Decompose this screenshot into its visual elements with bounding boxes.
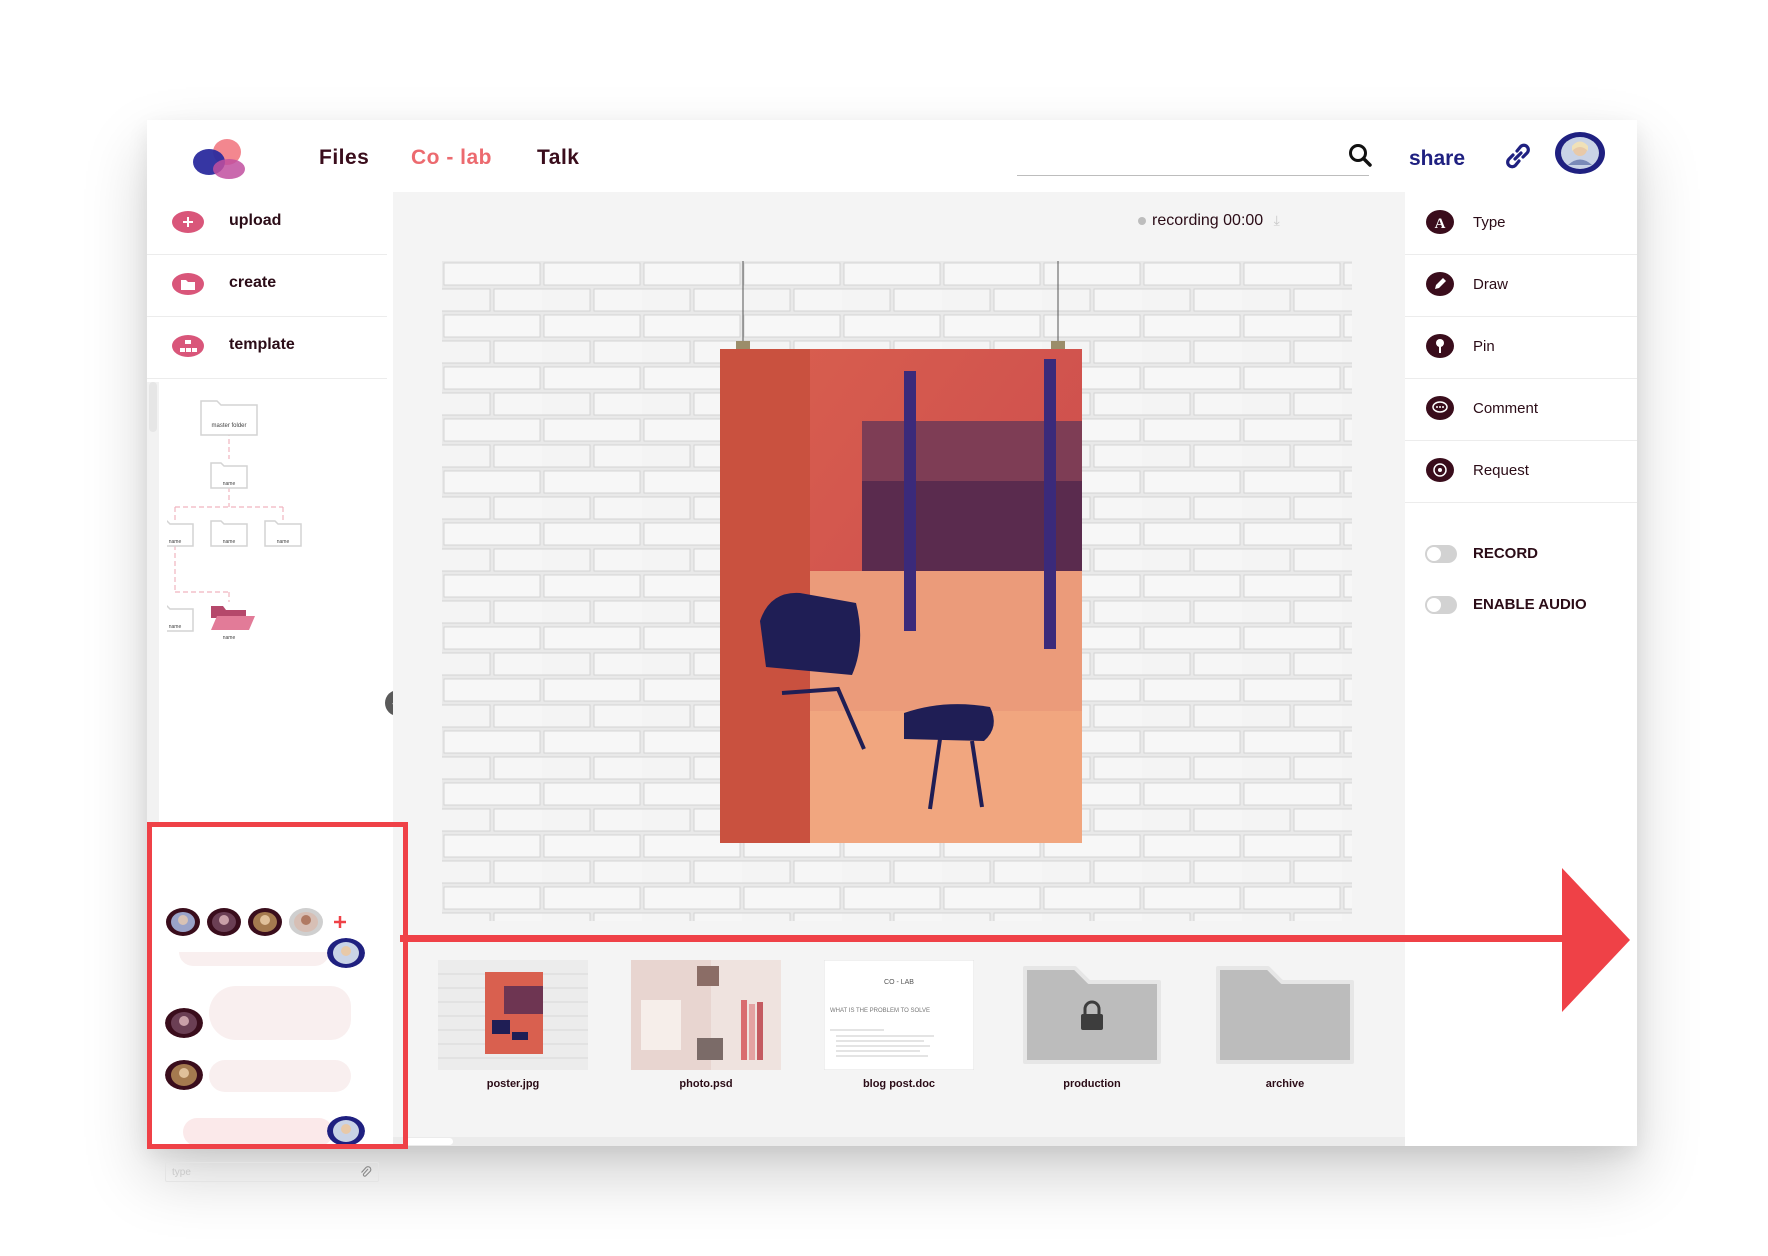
svg-text:name: name	[169, 539, 182, 545]
top-bar: Files Co - lab Talk share	[147, 120, 1637, 192]
share-button[interactable]: share	[1409, 147, 1465, 171]
chat-type-placeholder: type	[172, 1167, 191, 1178]
tree-folder[interactable]: name	[264, 520, 302, 547]
pin-icon	[1426, 334, 1454, 358]
user-avatar[interactable]	[1555, 132, 1605, 174]
tree-folder[interactable]: name	[167, 605, 194, 632]
highlight-box	[147, 822, 408, 1149]
svg-text:name: name	[277, 539, 290, 545]
paperclip-icon[interactable]	[360, 1166, 372, 1180]
recording-status: recording 00:00 ⤓	[1138, 212, 1280, 230]
pencil-icon	[1426, 272, 1454, 296]
template-label: template	[229, 336, 295, 353]
tree-folder[interactable]: name	[210, 462, 248, 489]
svg-text:name: name	[169, 624, 182, 630]
tree-folder[interactable]: name	[210, 520, 248, 547]
request-icon	[1426, 458, 1454, 482]
record-toggle-label: RECORD	[1473, 545, 1539, 562]
svg-text:master folder: master folder	[211, 423, 246, 429]
tool-type[interactable]: A Type	[1405, 192, 1637, 255]
plus-circle-icon	[172, 211, 204, 233]
horizontal-scrollbar[interactable]	[393, 1137, 1405, 1146]
tool-draw[interactable]: Draw	[1405, 254, 1637, 317]
type-icon: A	[1426, 210, 1454, 234]
tree-folder-master[interactable]: master folder	[200, 400, 258, 436]
template-icon	[172, 335, 204, 357]
horizontal-scrollbar-thumb[interactable]	[403, 1138, 453, 1145]
record-dot-icon	[1138, 216, 1146, 225]
toggle-knob	[1427, 598, 1441, 612]
create-item[interactable]: create	[147, 254, 387, 317]
left-scrollbar-thumb[interactable]	[149, 382, 157, 432]
link-icon[interactable]	[1503, 141, 1533, 171]
nav-colab[interactable]: Co - lab	[411, 146, 492, 170]
thumbnail-caption: poster.jpg	[486, 1078, 540, 1090]
svg-text:name: name	[223, 635, 236, 641]
enable-audio-toggle[interactable]	[1425, 596, 1457, 614]
tool-label: Type	[1473, 214, 1506, 231]
tool-label: Comment	[1473, 400, 1539, 417]
recording-label: recording 00:00	[1152, 212, 1264, 229]
app-logo[interactable]	[187, 134, 257, 184]
tool-pin[interactable]: Pin	[1405, 316, 1637, 379]
canvas-image[interactable]	[442, 261, 1352, 921]
enable-audio-toggle-label: ENABLE AUDIO	[1473, 596, 1587, 613]
tool-label: Pin	[1473, 338, 1495, 355]
nav-talk[interactable]: Talk	[537, 146, 579, 170]
record-toggle[interactable]	[1425, 545, 1457, 563]
nav-files[interactable]: Files	[319, 146, 369, 170]
thumbnail-caption: photo.psd	[679, 1078, 733, 1090]
svg-text:A: A	[1435, 216, 1446, 232]
tree-folder[interactable]: name	[167, 520, 194, 547]
tool-label: Draw	[1473, 276, 1509, 293]
thumbnail-caption: blog post.doc	[862, 1078, 936, 1090]
download-icon[interactable]: ⤓	[1274, 212, 1280, 228]
tool-comment[interactable]: Comment	[1405, 378, 1637, 441]
left-scrollbar[interactable]	[147, 382, 159, 822]
highlight-arrow	[400, 868, 1630, 1012]
folder-icon	[172, 273, 204, 295]
template-item[interactable]: template	[147, 316, 387, 379]
create-label: create	[229, 274, 277, 291]
svg-text:name: name	[223, 481, 236, 487]
search-input[interactable]	[1017, 175, 1369, 176]
folder-tree: master folder name name name name name n…	[167, 400, 302, 641]
thumbnail-caption: archive	[1265, 1078, 1305, 1090]
upload-label: upload	[229, 212, 282, 229]
thumbnail-caption: production	[1063, 1078, 1121, 1090]
chat-type-input[interactable]: type	[165, 1162, 379, 1182]
toggle-knob	[1427, 547, 1441, 561]
tree-folder-open[interactable]: name	[211, 606, 255, 641]
poster-artwork[interactable]	[720, 349, 1082, 843]
search-icon[interactable]	[1347, 142, 1373, 168]
tool-request[interactable]: Request	[1405, 440, 1637, 503]
tool-label: Request	[1473, 462, 1529, 479]
upload-item[interactable]: upload	[147, 192, 387, 255]
svg-text:name: name	[223, 539, 236, 545]
comment-icon	[1426, 396, 1454, 420]
